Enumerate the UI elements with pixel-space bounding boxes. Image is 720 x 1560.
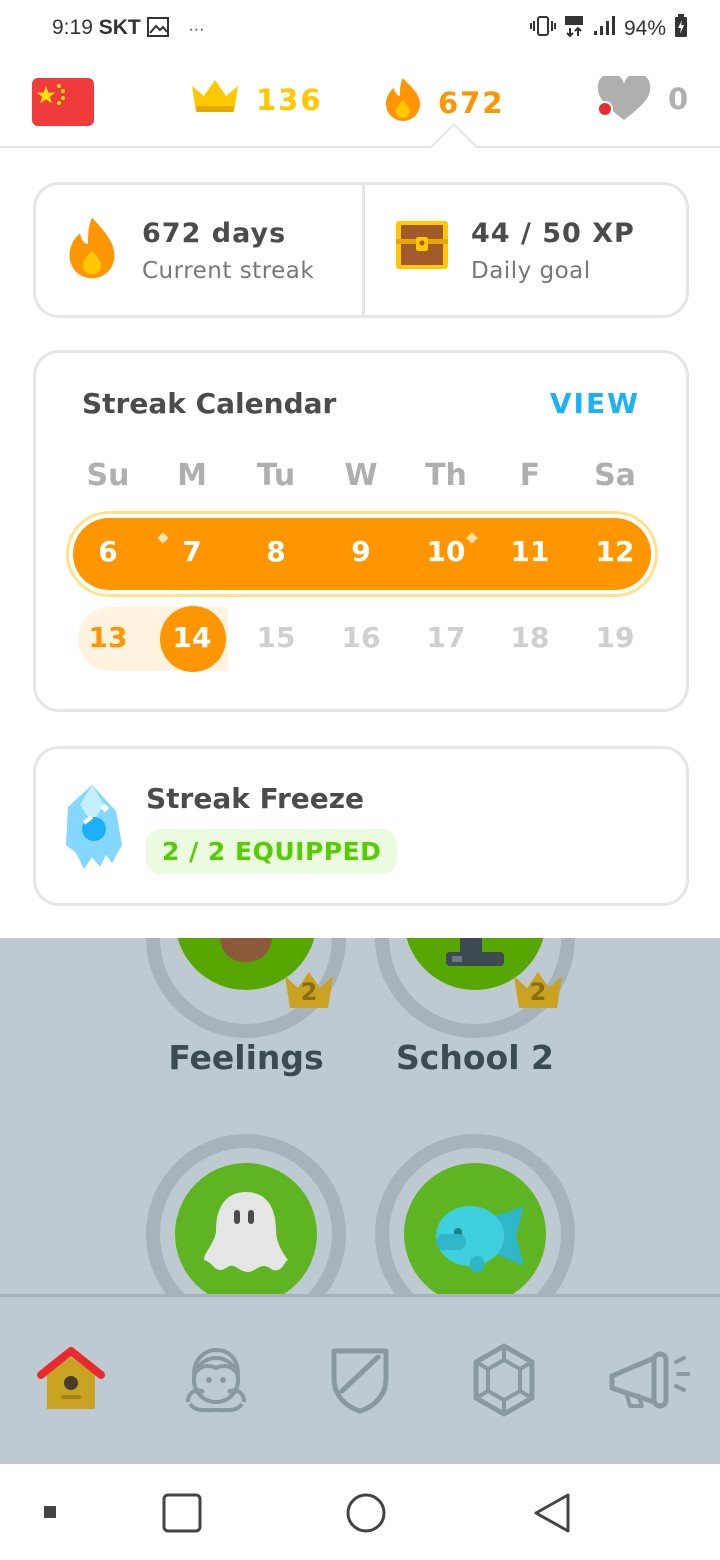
crowns-counter[interactable]: 136 [188, 76, 323, 123]
streak-days-value: 672 days [142, 218, 287, 249]
megaphone-icon [604, 1348, 694, 1416]
top-bar: 136 672 0 [0, 58, 720, 148]
ice-cube-icon [62, 783, 126, 875]
weekday-tuesday: Tu [256, 458, 296, 493]
crowns-count: 136 [256, 82, 323, 117]
ghost-icon [198, 1186, 294, 1290]
calendar-day: 11 [510, 535, 550, 568]
calendar-title: Streak Calendar [82, 387, 337, 420]
profile-avatar-icon [176, 1344, 256, 1420]
crown-icon [188, 76, 242, 123]
home-button[interactable] [345, 1492, 387, 1538]
streak-calendar-card: Streak Calendar VIEW Su M Tu W Th F Sa 6… [33, 350, 689, 712]
streak-freeze-card[interactable]: Streak Freeze 2 / 2 EQUIPPED [33, 746, 689, 906]
daily-goal-stat: 44 / 50 XP Daily goal [362, 185, 687, 315]
nav-tab-home[interactable] [16, 1337, 126, 1427]
daily-xp-value: 44 / 50 XP [471, 218, 635, 249]
weekday-wednesday: W [344, 458, 378, 493]
streak-freeze-title: Streak Freeze [146, 782, 365, 815]
crown-level: 2 [300, 978, 318, 1006]
status-icons: 94% [529, 14, 688, 44]
skill-label-feelings: Feelings [168, 1038, 324, 1077]
skill-label-school-2: School 2 [396, 1038, 554, 1077]
course-map: 2 Feelings 2 School 2 [0, 938, 720, 1294]
streak-dropdown-panel: 672 days Current streak 44 / 50 XP Daily… [0, 150, 720, 938]
weekday-saturday: Sa [594, 458, 636, 493]
calendar-day: 19 [595, 621, 635, 654]
home-birdhouse-icon [31, 1345, 111, 1419]
calendar-day: 15 [256, 621, 296, 654]
calendar-day: 10 [426, 535, 466, 568]
flame-icon [382, 76, 424, 129]
calendar-day: 17 [426, 621, 466, 654]
fish-icon [430, 1196, 530, 1280]
equipped-badge: 2 / 2 EQUIPPED [146, 829, 398, 874]
crown-level-badge: 2 [282, 970, 336, 1010]
streak-days-label: Current streak [142, 258, 315, 284]
crown-level: 2 [529, 978, 547, 1006]
status-time: 9:19 SKT ··· [52, 16, 204, 40]
system-navigation-bar [0, 1464, 720, 1560]
clock: 9:19 [52, 16, 93, 39]
hearts-counter[interactable]: 0 [594, 73, 691, 122]
lte-icon [564, 15, 584, 43]
weekday-friday: F [519, 458, 541, 493]
screenshot-square-icon [44, 1506, 56, 1518]
nav-tab-news[interactable] [594, 1337, 704, 1427]
streak-count: 672 [438, 85, 505, 120]
calendar-day: 12 [595, 535, 635, 568]
nav-tab-leagues[interactable] [305, 1337, 415, 1427]
weekday-monday: M [177, 458, 207, 493]
flame-icon [64, 215, 120, 285]
calendar-day-today: 14 [172, 621, 212, 654]
calendar-day: 13 [88, 621, 128, 654]
calendar-day: 18 [510, 621, 550, 654]
back-button[interactable] [532, 1492, 572, 1538]
view-calendar-button[interactable]: VIEW [550, 387, 640, 420]
nav-tab-shop[interactable] [449, 1337, 559, 1427]
weekday-sunday: Su [86, 458, 130, 493]
calendar-day: 16 [341, 621, 381, 654]
carrier-name: SKT [98, 16, 141, 39]
skill-icon-school [446, 938, 504, 966]
shield-icon [328, 1345, 392, 1419]
more-notifications-icon: ··· [188, 21, 205, 38]
calendar-day: 6 [98, 535, 118, 568]
heart-icon [594, 73, 654, 122]
nav-tab-profile[interactable] [161, 1337, 271, 1427]
hearts-count: 0 [668, 82, 691, 116]
weekday-thursday: Th [425, 458, 467, 493]
daily-goal-label: Daily goal [471, 258, 591, 284]
stats-card: 672 days Current streak 44 / 50 XP Daily… [33, 182, 689, 318]
recents-button[interactable] [162, 1493, 202, 1537]
gem-icon [470, 1342, 538, 1422]
current-streak-stat: 672 days Current streak [36, 185, 361, 315]
course-flag-china-icon[interactable] [32, 78, 94, 126]
signal-icon [592, 15, 616, 43]
battery-icon [674, 14, 688, 44]
calendar-day: 8 [266, 535, 286, 568]
crown-level-badge: 2 [511, 970, 565, 1010]
streak-counter[interactable]: 672 [382, 76, 505, 129]
bottom-navigation [0, 1294, 720, 1464]
calendar-day: 9 [351, 535, 371, 568]
battery-percent: 94% [623, 17, 666, 40]
gallery-notification-icon [146, 16, 175, 39]
status-bar: 9:19 SKT ··· 94% [0, 0, 720, 58]
vibrate-icon [529, 15, 556, 43]
calendar-day: 7 [182, 535, 202, 568]
treasure-chest-icon [393, 215, 451, 277]
